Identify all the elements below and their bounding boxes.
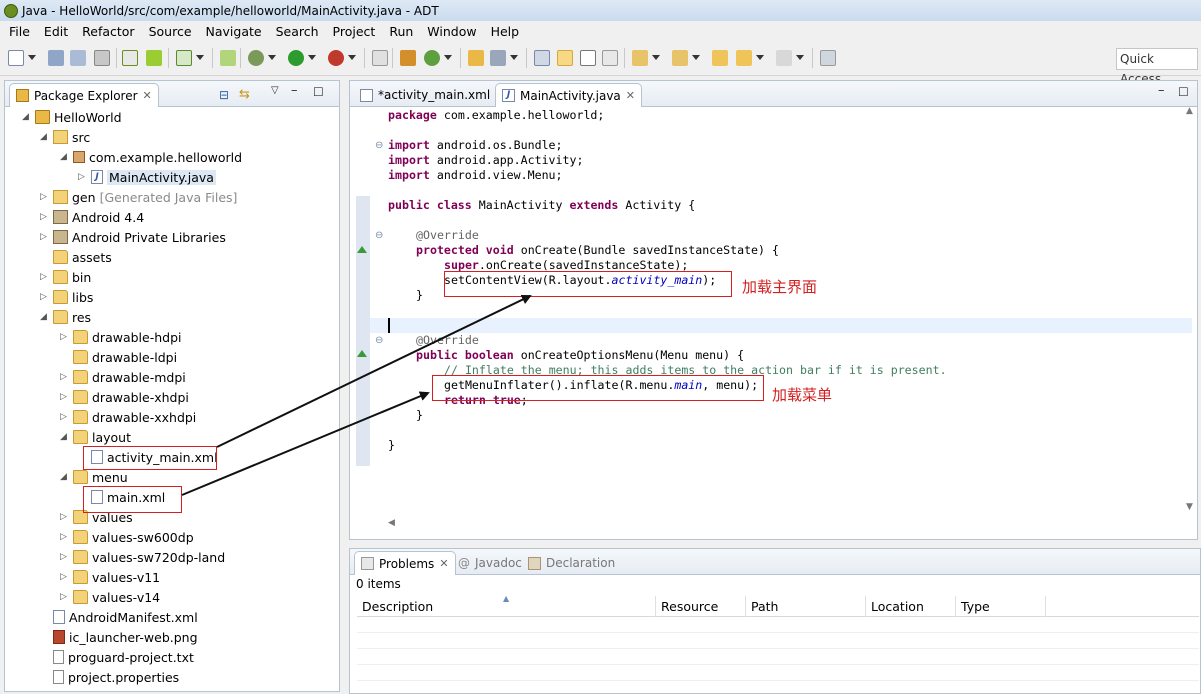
problems-count: 0 items — [356, 577, 401, 591]
tab-javadoc[interactable]: @ Javadoc — [452, 551, 528, 575]
table-row — [357, 682, 1199, 694]
tab-problems[interactable]: Problems ✕ — [354, 551, 456, 575]
bottom-tabbar: Problems ✕ @ Javadoc Declaration — [350, 549, 1200, 575]
scroll-down-icon[interactable]: ▼ — [1186, 502, 1193, 512]
table-row — [357, 650, 1199, 665]
close-icon[interactable]: ✕ — [439, 557, 448, 570]
problems-table-header: Description ▲ Resource Path Location Typ… — [357, 594, 1199, 617]
javadoc-icon: @ — [458, 556, 470, 570]
problems-icon — [361, 557, 374, 570]
arrow-to-getmenuinflater — [181, 391, 430, 496]
table-row — [357, 666, 1199, 681]
column-path[interactable]: Path — [746, 596, 866, 617]
tab-label: Javadoc — [475, 556, 522, 570]
tab-label: Problems — [379, 556, 435, 571]
column-resource[interactable]: Resource — [656, 596, 746, 617]
table-row — [357, 618, 1199, 633]
scroll-up-icon[interactable]: ▲ — [1186, 106, 1193, 116]
table-row — [357, 634, 1199, 649]
editor-vertical-scrollbar[interactable]: ▲ ▼ — [1184, 106, 1198, 516]
tab-declaration[interactable]: Declaration — [522, 551, 621, 575]
column-type[interactable]: Type — [956, 596, 1046, 617]
editor-horizontal-scrollbar[interactable]: ◀ — [386, 517, 1194, 531]
declaration-icon — [528, 556, 541, 570]
sort-ascending-icon: ▲ — [503, 594, 510, 603]
scroll-left-icon[interactable]: ◀ — [388, 518, 395, 528]
column-location[interactable]: Location — [866, 596, 956, 617]
tab-label: Declaration — [546, 556, 616, 570]
arrow-to-setcontentview — [216, 294, 532, 448]
